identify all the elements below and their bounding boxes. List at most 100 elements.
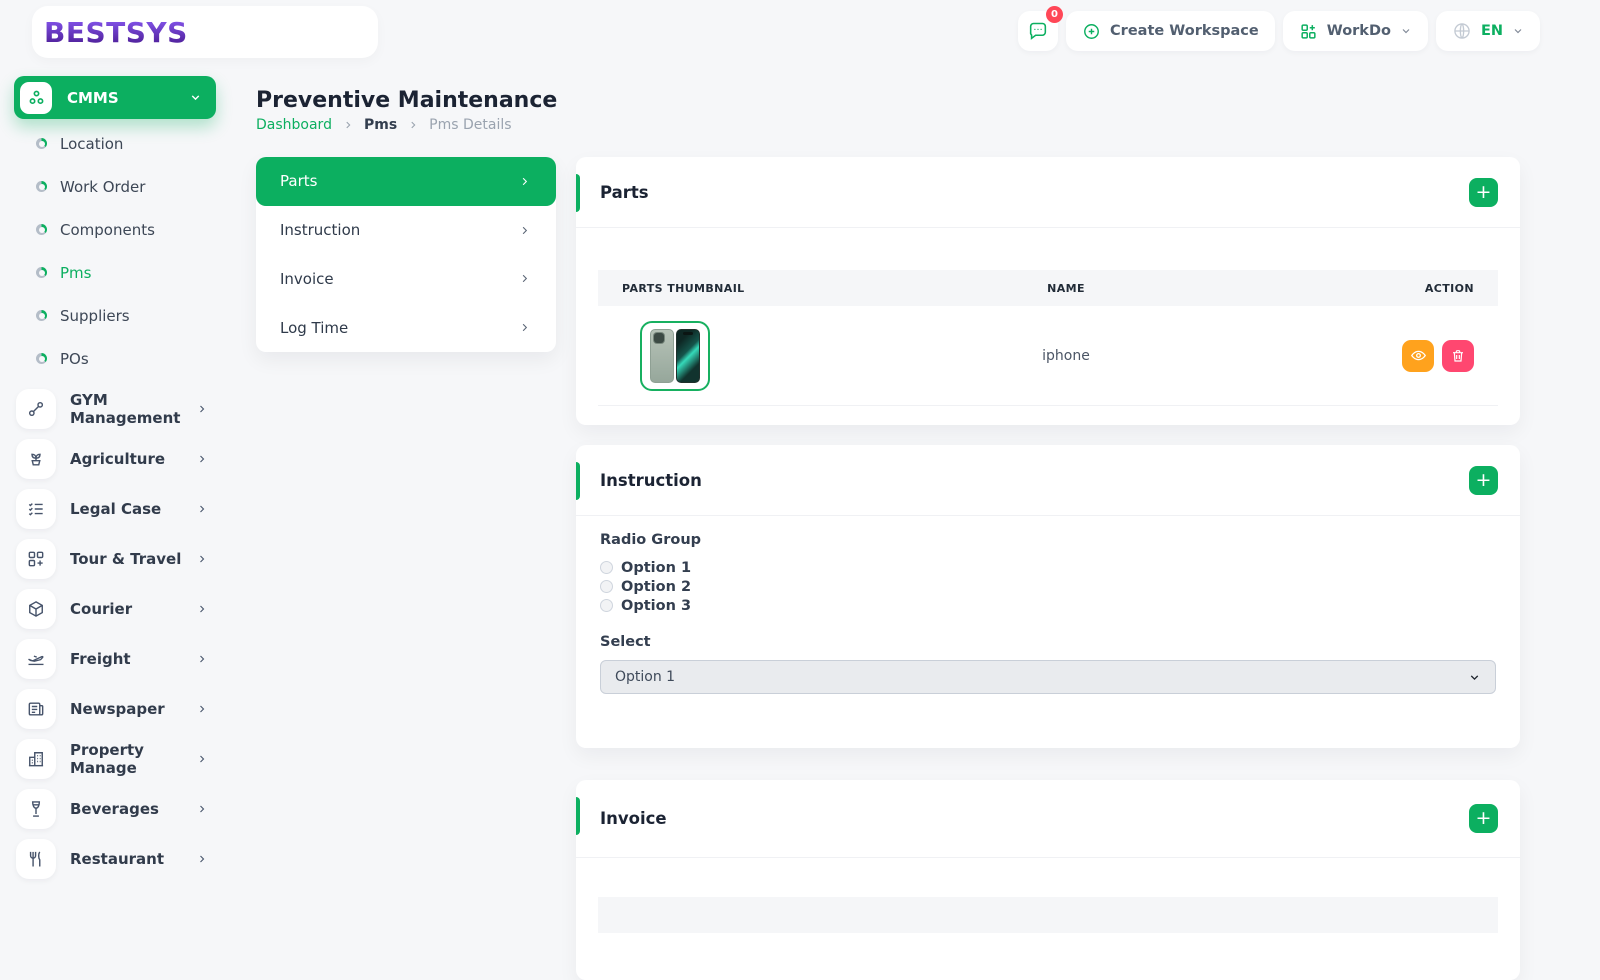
breadcrumb-pms[interactable]: Pms (364, 117, 397, 133)
sidebar-item-restaurant[interactable]: Restaurant (16, 834, 208, 884)
workspace-grid-icon (1301, 23, 1316, 39)
create-workspace-button[interactable]: Create Workspace (1066, 11, 1275, 51)
chevron-right-icon (200, 505, 205, 513)
donut-icon (36, 353, 47, 364)
chevron-right-icon (200, 605, 205, 613)
sidebar-item-legal-case[interactable]: Legal Case (16, 484, 208, 534)
breadcrumb-dashboard[interactable]: Dashboard (256, 117, 332, 133)
chevron-right-icon (200, 755, 205, 763)
column-parts-thumbnail: PARTS THUMBNAIL (622, 281, 745, 295)
sidebar-item-gym-management[interactable]: GYM Management (16, 384, 208, 434)
option-select[interactable]: Option 1 (600, 660, 1496, 694)
sidebar-item-tour-travel[interactable]: Tour & Travel (16, 534, 208, 584)
phone-front-image (676, 328, 700, 383)
sidebar-item-freight[interactable]: Freight (16, 634, 208, 684)
chevron-right-icon (200, 855, 205, 863)
chevron-down-icon (191, 95, 200, 101)
language-dropdown[interactable]: EN (1435, 11, 1540, 51)
module-switcher-label: CMMS (67, 88, 119, 107)
donut-icon (36, 267, 47, 278)
radio-option-2[interactable]: Option 2 (600, 577, 1496, 596)
sidebar-item-work-order[interactable]: Work Order (0, 165, 235, 208)
plant-icon (16, 439, 56, 479)
sidebar-item-suppliers[interactable]: Suppliers (0, 294, 235, 337)
messages-button[interactable]: 0 (1018, 6, 1064, 51)
create-workspace-label: Create Workspace (1110, 23, 1259, 39)
invoice-table-header (598, 897, 1498, 933)
tab-log-time[interactable]: Log Time (256, 303, 556, 352)
module-switcher-cmms[interactable]: CMMS (14, 76, 216, 119)
sidebar-item-components[interactable]: Components (0, 208, 235, 251)
instruction-card: Instruction + Radio Group Option 1 Optio… (576, 445, 1520, 748)
add-part-button[interactable]: + (1469, 177, 1498, 207)
accent-bar (576, 462, 580, 500)
chevron-down-icon (1514, 29, 1522, 34)
sidebar-item-pos[interactable]: POs (0, 337, 235, 380)
plane-icon (16, 639, 56, 679)
radio-option-1[interactable]: Option 1 (600, 558, 1496, 577)
parts-table-header: PARTS THUMBNAIL NAME ACTION (598, 270, 1498, 306)
donut-icon (36, 138, 47, 149)
tab-parts[interactable]: Parts (256, 157, 556, 206)
sidebar-item-property-manage[interactable]: Property Manage (16, 734, 208, 784)
accent-bar (576, 174, 580, 212)
chevron-down-icon (1402, 29, 1410, 34)
view-part-button[interactable] (1402, 339, 1434, 372)
radio-icon (600, 580, 613, 593)
package-icon (16, 589, 56, 629)
radio-icon (600, 561, 613, 574)
checklist-icon (16, 489, 56, 529)
accent-bar (576, 797, 580, 835)
logo-link[interactable]: BESTSYS (32, 6, 378, 58)
chevron-right-icon (200, 555, 205, 563)
building-icon (16, 739, 56, 779)
tab-instruction[interactable]: Instruction (256, 206, 556, 255)
dumbbell-icon (16, 389, 56, 429)
sidebar-item-beverages[interactable]: Beverages (16, 784, 208, 834)
sidebar-item-agriculture[interactable]: Agriculture (16, 434, 208, 484)
sidebar-item-location[interactable]: Location (0, 122, 235, 165)
chevron-down-icon (1470, 674, 1479, 680)
modules-menu: GYM Management Agriculture Legal Case To… (16, 384, 208, 884)
sidebar-item-courier[interactable]: Courier (16, 584, 208, 634)
parts-card: Parts + PARTS THUMBNAIL NAME ACTION ipho… (576, 157, 1520, 425)
radio-option-3[interactable]: Option 3 (600, 596, 1496, 615)
delete-part-button[interactable] (1442, 339, 1474, 372)
cmms-icon (20, 81, 52, 114)
workspace-dropdown[interactable]: WorkDo (1282, 11, 1428, 51)
donut-icon (36, 310, 47, 321)
chevron-right-icon (522, 177, 528, 185)
invoice-card-title: Invoice (600, 809, 667, 828)
language-label: EN (1480, 23, 1503, 39)
sidebar-item-pms[interactable]: Pms (0, 251, 235, 294)
add-invoice-button[interactable]: + (1469, 804, 1498, 833)
column-name: NAME (1047, 281, 1085, 295)
chevron-right-icon (522, 324, 528, 332)
invoice-card: Invoice + (576, 780, 1520, 980)
chevron-right-icon (200, 655, 205, 663)
wine-glass-icon (16, 789, 56, 829)
workspace-name: WorkDo (1326, 23, 1391, 39)
column-action: ACTION (1424, 281, 1474, 295)
radio-icon (600, 599, 613, 612)
cmms-submenu: Location Work Order Components Pms Suppl… (0, 122, 235, 380)
globe-icon (1454, 23, 1470, 39)
pms-detail-tabs: Parts Instruction Invoice Log Time (256, 157, 556, 352)
donut-icon (36, 224, 47, 235)
brand-logo: BESTSYS (44, 15, 188, 49)
part-thumbnail-image[interactable] (640, 320, 710, 391)
add-instruction-button[interactable]: + (1469, 465, 1498, 495)
plus-circle-icon (1084, 23, 1099, 39)
parts-card-title: Parts (600, 182, 649, 202)
newspaper-icon (16, 689, 56, 729)
chevron-right-icon (522, 275, 528, 283)
grid-plus-icon (16, 539, 56, 579)
chevron-right-icon (411, 121, 416, 129)
chevron-right-icon (200, 405, 205, 413)
trash-icon (1453, 349, 1463, 362)
tab-invoice[interactable]: Invoice (256, 255, 556, 304)
table-row: iphone (598, 306, 1498, 406)
eye-icon (1410, 350, 1426, 361)
sidebar-item-newspaper[interactable]: Newspaper (16, 684, 208, 734)
chat-icon (1029, 22, 1047, 40)
